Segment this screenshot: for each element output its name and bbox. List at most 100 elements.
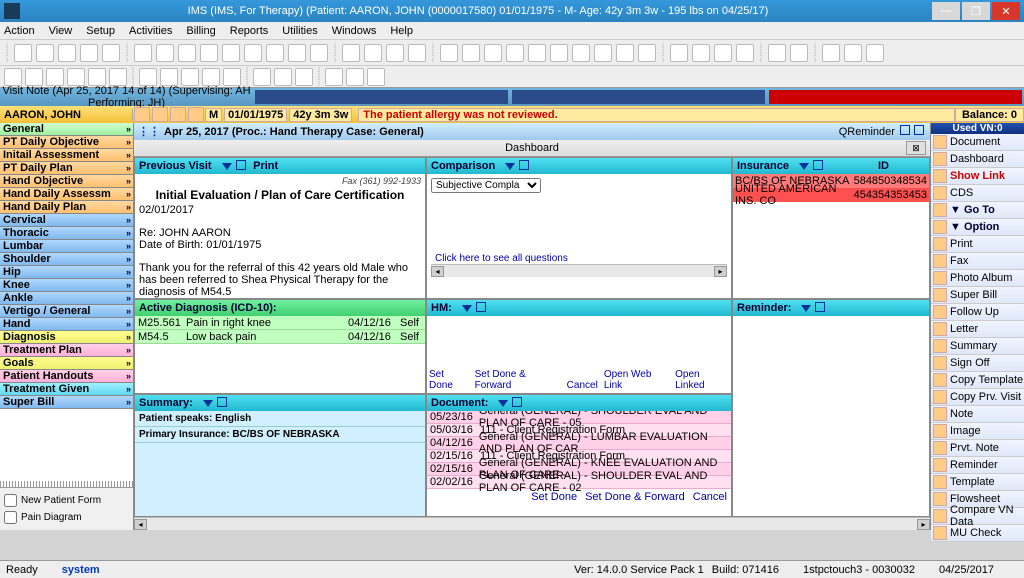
scroll-left-icon[interactable]: ◂ (431, 266, 444, 277)
rnav-document[interactable]: Document (931, 134, 1024, 151)
nav-knee[interactable]: Knee» (0, 279, 133, 292)
rnav-fax[interactable]: Fax (931, 253, 1024, 270)
menu-reports[interactable]: Reports (230, 25, 269, 37)
subtool-icon[interactable] (139, 68, 157, 86)
rnav-print[interactable]: Print (931, 236, 1024, 253)
collapse-icon[interactable] (801, 305, 811, 312)
patient-icon[interactable] (188, 107, 204, 122)
rnav-letter[interactable]: Letter (931, 321, 1024, 338)
rnav-show-link[interactable]: Show Link (931, 168, 1024, 185)
menu-windows[interactable]: Windows (332, 25, 377, 37)
collapse-icon[interactable] (505, 163, 515, 170)
toolbar-icon[interactable] (102, 44, 120, 62)
rnav-template[interactable]: Template (931, 474, 1024, 491)
toolbar-icon[interactable] (310, 44, 328, 62)
toolbar-icon[interactable] (364, 44, 382, 62)
subtool-icon[interactable] (109, 68, 127, 86)
toolbar-icon[interactable] (790, 44, 808, 62)
rnav-note[interactable]: Note (931, 406, 1024, 423)
menu-setup[interactable]: Setup (86, 25, 115, 37)
toolbar-icon[interactable] (408, 44, 426, 62)
panel-toggle-icon[interactable] (217, 397, 227, 407)
nav-hand-objective[interactable]: Hand Objective» (0, 175, 133, 188)
nav-cervical[interactable]: Cervical» (0, 214, 133, 227)
hm-link[interactable]: Set Done & Forward (475, 369, 561, 391)
collapse-icon[interactable] (498, 400, 508, 407)
toolbar-icon[interactable] (200, 44, 218, 62)
toolbar-icon[interactable] (572, 44, 590, 62)
hm-link[interactable]: Cancel (567, 380, 598, 391)
document-row[interactable]: 04/12/16General (GENERAL) - LUMBAR EVALU… (427, 437, 731, 450)
subtool-icon[interactable] (367, 68, 385, 86)
scroll-left-icon[interactable]: ◂ (134, 519, 147, 530)
rnav-super-bill[interactable]: Super Bill (931, 287, 1024, 304)
diagnosis-row[interactable]: M54.5Low back pain04/12/16Self (135, 330, 425, 344)
nav-patient-handouts[interactable]: Patient Handouts» (0, 370, 133, 383)
toolbar-icon[interactable] (736, 44, 754, 62)
see-all-questions-link[interactable]: Click here to see all questions (431, 253, 727, 264)
collapse-icon[interactable] (799, 163, 809, 170)
subtool-icon[interactable] (67, 68, 85, 86)
toolbar-icon[interactable] (528, 44, 546, 62)
subtool-icon[interactable] (274, 68, 292, 86)
toolbar-icon[interactable] (768, 44, 786, 62)
maximize-button[interactable]: ❐ (962, 2, 990, 20)
rnav-image[interactable]: Image (931, 423, 1024, 440)
subtool-icon[interactable] (325, 68, 343, 86)
patient-icon[interactable] (134, 107, 150, 122)
close-button[interactable]: ✕ (992, 2, 1020, 20)
nav-super-bill[interactable]: Super Bill» (0, 396, 133, 409)
subtool-icon[interactable] (346, 68, 364, 86)
check-pain-diagram[interactable]: Pain Diagram (4, 509, 129, 526)
visit-minimize-icon[interactable] (255, 90, 508, 104)
toolbar-icon[interactable] (156, 44, 174, 62)
qreminder-link[interactable]: QReminder (839, 126, 895, 138)
rnav-option[interactable]: ▼ Option (931, 219, 1024, 236)
nav-shoulder[interactable]: Shoulder» (0, 253, 133, 266)
toolbar-icon[interactable] (222, 44, 240, 62)
toolbar-icon[interactable] (342, 44, 360, 62)
document-row[interactable]: 05/23/16General (GENERAL) - SHOULDER EVA… (427, 411, 731, 424)
nav-treatment-given[interactable]: Treatment Given» (0, 383, 133, 396)
rnav-prvt-note[interactable]: Prvt. Note (931, 440, 1024, 457)
subtool-icon[interactable] (295, 68, 313, 86)
toolbar-icon[interactable] (550, 44, 568, 62)
visit-close-icon[interactable] (769, 90, 1022, 104)
toolbar-icon[interactable] (36, 44, 54, 62)
subtool-icon[interactable] (46, 68, 64, 86)
rnav-dashboard[interactable]: Dashboard (931, 151, 1024, 168)
subtool-icon[interactable] (160, 68, 178, 86)
collapse-icon[interactable] (462, 305, 472, 312)
nav-lumbar[interactable]: Lumbar» (0, 240, 133, 253)
toolbar-icon[interactable] (440, 44, 458, 62)
panel-toggle-icon[interactable] (519, 160, 529, 170)
minimize-button[interactable]: — (932, 2, 960, 20)
rnav-copy-template[interactable]: Copy Template (931, 372, 1024, 389)
collapse-icon[interactable] (203, 400, 213, 407)
visit-maximize-icon[interactable] (512, 90, 765, 104)
toolbar-icon[interactable] (670, 44, 688, 62)
scroll-right-icon[interactable]: ▸ (917, 519, 930, 530)
rnav-summary[interactable]: Summary (931, 338, 1024, 355)
toolbar-icon[interactable] (714, 44, 732, 62)
toolbar-icon[interactable] (244, 44, 262, 62)
patient-icon[interactable] (152, 107, 168, 122)
subtool-icon[interactable] (25, 68, 43, 86)
toolbar-icon[interactable] (14, 44, 32, 62)
toolbar-icon[interactable] (134, 44, 152, 62)
nav-hand-daily-plan[interactable]: Hand Daily Plan» (0, 201, 133, 214)
toolbar-icon[interactable] (80, 44, 98, 62)
toolbar-icon[interactable] (386, 44, 404, 62)
nav-pt-daily-plan[interactable]: PT Daily Plan» (0, 162, 133, 175)
toolbar-icon[interactable] (462, 44, 480, 62)
document-row[interactable]: 02/02/16General (GENERAL) - SHOULDER EVA… (427, 476, 731, 489)
doc-action-link[interactable]: Cancel (693, 491, 727, 503)
collapse-icon[interactable] (222, 163, 232, 170)
rnav-reminder[interactable]: Reminder (931, 457, 1024, 474)
toolbar-icon[interactable] (484, 44, 502, 62)
toolbar-icon[interactable] (266, 44, 284, 62)
qreminder-toggle-icon[interactable] (900, 125, 910, 135)
insurance-row[interactable]: UNITED AMERICAN INS. CO454354353453 (733, 188, 929, 202)
toolbar-icon[interactable] (58, 44, 76, 62)
nav-goals[interactable]: Goals» (0, 357, 133, 370)
